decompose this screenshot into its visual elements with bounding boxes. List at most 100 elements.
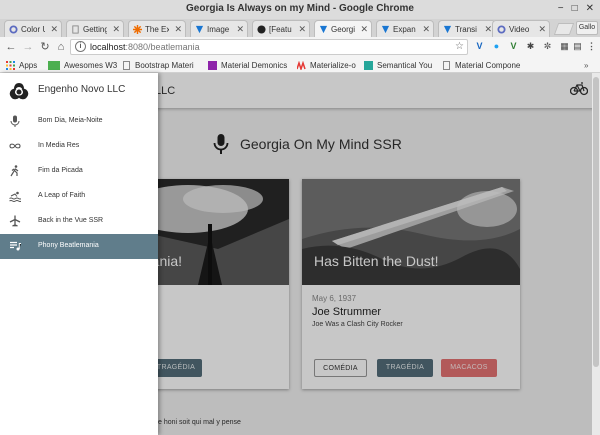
vuetify-icon — [381, 25, 390, 34]
forward-arrow-icon[interactable]: → — [21, 40, 35, 54]
page-scrollbar[interactable] — [592, 73, 600, 435]
window-title: Georgia Is Always on my Mind - Google Ch… — [186, 3, 414, 14]
w3-icon — [48, 60, 60, 70]
drawer-item-label: Bom Dia, Meia-Noite — [38, 117, 103, 124]
bookmarks-bar: Apps Awesomes W3 Bootstrap Materi Materi… — [0, 57, 600, 73]
page-icon — [71, 24, 80, 34]
menu-dots-icon[interactable]: ⋮ — [586, 41, 597, 52]
bookmark-material-demonics[interactable]: Material Demonics — [208, 59, 287, 71]
bookmark-bootstrap-material[interactable]: Bootstrap Materi — [122, 59, 194, 71]
vue-devtools-icon[interactable]: V — [508, 41, 519, 52]
tab-label: Expan — [393, 24, 416, 34]
playlist-icon — [10, 241, 21, 251]
vuetify-extension-icon[interactable]: V — [474, 41, 485, 52]
tab-close-icon[interactable]: ✕ — [112, 24, 120, 35]
bookmarks-overflow-icon[interactable]: » — [584, 59, 588, 71]
bookmark-label: Awesomes W3 — [64, 60, 118, 70]
bookmark-label: Apps — [19, 60, 38, 70]
github-icon — [257, 24, 266, 34]
drawer-item-label: Phony Beatlemania — [38, 242, 99, 249]
tab-label: The Ex — [145, 24, 169, 34]
window-titlebar: Georgia Is Always on my Mind - Google Ch… — [0, 0, 600, 19]
browser-tab[interactable]: Video ✕ — [492, 20, 550, 37]
close-icon[interactable]: ✕ — [586, 3, 594, 14]
bug-icon[interactable]: ✼ — [542, 41, 553, 52]
bookmark-materialize[interactable]: Materialize-o — [296, 59, 356, 71]
bookmark-apps[interactable]: Apps — [6, 59, 37, 71]
tab-label: Getting — [83, 24, 107, 34]
drawer-item-in-media-res[interactable]: In Media Res — [0, 134, 158, 159]
tab-close-icon[interactable]: ✕ — [422, 24, 430, 35]
drawer-item-label: A Leap of Faith — [38, 192, 86, 199]
bookmark-label: Semantical You — [377, 60, 433, 70]
biohazard-icon — [9, 83, 29, 100]
scrollbar-thumb[interactable] — [593, 77, 599, 367]
bookmark-label: Material Demonics — [221, 60, 288, 70]
pool-icon — [9, 191, 21, 202]
tab-close-icon[interactable]: ✕ — [298, 24, 306, 35]
bookmark-label: Material Compone — [455, 60, 521, 70]
minimize-icon[interactable]: − — [558, 3, 564, 14]
apps-grid-icon — [6, 60, 15, 70]
tab-label: Image — [207, 24, 230, 34]
drawer-item-label: In Media Res — [38, 142, 80, 149]
settings-extension-icon[interactable]: ✱ — [525, 41, 536, 52]
drawer-header: Engenho Novo LLC — [0, 73, 158, 109]
materialize-icon — [296, 60, 306, 71]
infinity-icon — [9, 143, 21, 149]
browser-toolbar: ← → ↻ ⌂ i localhost:8080/beatlemania ☆ V… — [0, 37, 600, 57]
browser-tab[interactable]: Expan ✕ — [376, 20, 434, 37]
page-icon — [442, 60, 451, 70]
drawer-item-phony-beatlemania[interactable]: Phony Beatlemania — [0, 234, 158, 259]
maximize-icon[interactable]: □ — [572, 3, 578, 14]
star-icon[interactable]: ☆ — [455, 41, 464, 52]
layout-extension-icon[interactable]: ▦ — [559, 41, 570, 52]
reload-icon[interactable]: ↻ — [38, 40, 52, 54]
bookmark-awesomes-w3[interactable]: Awesomes W3 — [48, 59, 117, 71]
profile-button[interactable]: Gallo — [576, 21, 598, 35]
drawer-item-fim-da-picada[interactable]: Fim da Picada — [0, 159, 158, 184]
drawer-item-label: Back in the Vue SSR — [38, 217, 104, 224]
drawer-item-label: Fim da Picada — [38, 167, 83, 174]
info-icon[interactable]: i — [75, 41, 86, 52]
tab-label: Color U — [21, 24, 45, 34]
browser-tab-active[interactable]: Georgi ✕ — [314, 20, 372, 37]
drawer-item-leap-of-faith[interactable]: A Leap of Faith — [0, 184, 158, 209]
demonics-icon — [208, 60, 217, 70]
back-arrow-icon[interactable]: ← — [4, 40, 18, 54]
clipboard-icon[interactable]: ▤ — [572, 41, 583, 52]
browser-tab[interactable]: The Ex ✕ — [128, 20, 186, 37]
bookmark-semantical-you[interactable]: Semantical You — [364, 59, 432, 71]
asterisk-icon — [133, 24, 142, 34]
url-path: :8080/beatlemania — [125, 42, 200, 52]
twitter-icon[interactable]: ● — [491, 41, 502, 52]
bookmark-label: Bootstrap Materi — [135, 60, 194, 70]
gear-icon — [497, 24, 506, 34]
address-url: localhost:8080/beatlemania — [90, 42, 200, 52]
browser-tab[interactable]: Image ✕ — [190, 20, 248, 37]
tab-label: Georgi — [331, 24, 355, 34]
tab-strip: Color U ✕ Getting ✕ The Ex ✕ Image ✕ [Fe… — [0, 19, 600, 37]
url-host: localhost — [90, 42, 126, 52]
tab-close-icon[interactable]: ✕ — [174, 24, 182, 35]
bookmark-label: Materialize-o — [310, 60, 356, 70]
tab-close-icon[interactable]: ✕ — [538, 24, 546, 35]
browser-tab[interactable]: Transi ✕ — [438, 20, 496, 37]
bookmark-material-components[interactable]: Material Compone — [442, 59, 520, 71]
tab-label: Video — [509, 24, 530, 34]
drawer-item-back-in-the-vue[interactable]: Back in the Vue SSR — [0, 209, 158, 234]
browser-tab[interactable]: Color U ✕ — [4, 20, 62, 37]
tab-close-icon[interactable]: ✕ — [360, 24, 368, 35]
tab-close-icon[interactable]: ✕ — [50, 24, 58, 35]
home-icon[interactable]: ⌂ — [54, 40, 68, 54]
browser-tab[interactable]: [Featu ✕ — [252, 20, 310, 37]
drawer-title: Engenho Novo LLC — [38, 84, 126, 95]
browser-tab[interactable]: Getting ✕ — [66, 20, 124, 37]
s-icon — [364, 60, 373, 70]
tab-close-icon[interactable]: ✕ — [484, 24, 492, 35]
drawer-item-bom-dia[interactable]: Bom Dia, Meia-Noite — [0, 109, 158, 134]
address-bar[interactable]: i localhost:8080/beatlemania ☆ — [70, 39, 468, 55]
walk-icon — [10, 165, 19, 177]
tab-close-icon[interactable]: ✕ — [236, 24, 244, 35]
tab-label: Transi — [455, 24, 477, 34]
